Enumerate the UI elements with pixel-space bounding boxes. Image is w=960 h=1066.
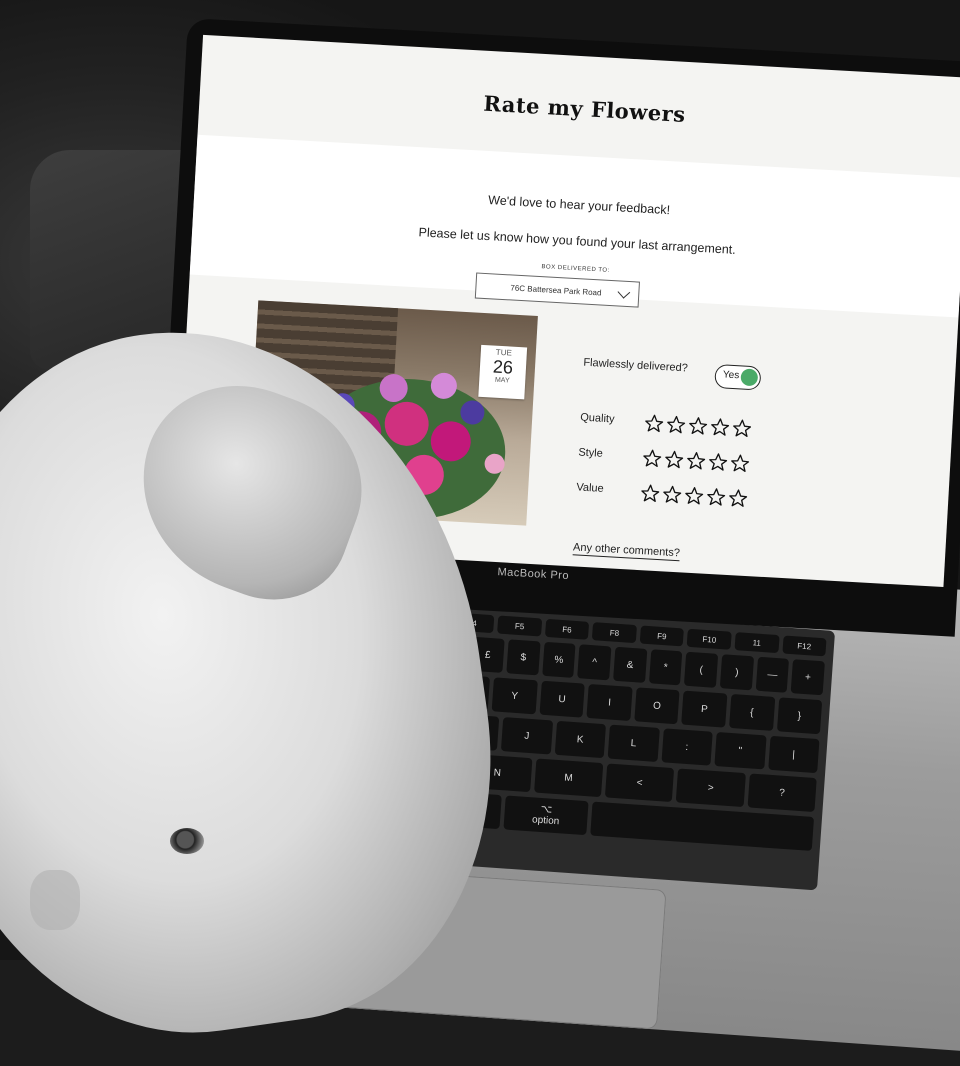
keyboard-key[interactable]: > — [676, 768, 746, 808]
keyboard-key[interactable]: : — [661, 728, 713, 766]
keyboard-key[interactable]: F8 — [592, 622, 637, 644]
keyboard-key[interactable]: & — [613, 646, 648, 683]
keyboard-key[interactable]: J — [500, 717, 553, 755]
keyboard-key[interactable]: < — [604, 763, 675, 803]
date-month: MAY — [494, 376, 510, 385]
keyboard-key[interactable]: I — [586, 684, 633, 721]
keyboard-key[interactable]: O — [634, 687, 680, 725]
keyboard-key[interactable]: 11 — [734, 632, 780, 654]
keyboard-key[interactable]: + — [791, 659, 825, 696]
page-title: Rate my Flowers — [482, 90, 687, 127]
keyboard-key[interactable]: M — [533, 758, 604, 798]
star-icon[interactable] — [644, 413, 665, 434]
toggle-value: Yes — [722, 369, 740, 382]
star-icon[interactable] — [687, 416, 708, 437]
star-icon[interactable] — [706, 487, 727, 508]
flawlessly-delivered-label: Flawlessly delivered? — [583, 356, 689, 375]
keyboard-key[interactable]: F12 — [781, 635, 827, 657]
star-icon[interactable] — [662, 484, 683, 505]
date-day: 26 — [492, 356, 514, 378]
laptop-model-label: MacBook Pro — [497, 566, 570, 583]
comments-link[interactable]: Any other comments? — [572, 541, 681, 562]
dog-eye — [170, 828, 204, 854]
star-rating-style[interactable] — [642, 448, 751, 474]
rating-label-style: Style — [578, 446, 604, 460]
keyboard-key[interactable]: F6 — [544, 618, 590, 640]
keyboard-key[interactable]: " — [714, 732, 767, 770]
star-icon[interactable] — [664, 449, 685, 470]
star-icon[interactable] — [666, 414, 687, 435]
keyboard-key[interactable]: L — [607, 724, 660, 762]
keyboard-key[interactable]: ? — [747, 773, 817, 813]
option-key[interactable]: ⌥ option — [503, 795, 589, 836]
keyboard-key[interactable]: U — [539, 680, 586, 718]
keyboard-key[interactable]: Y — [491, 677, 538, 715]
star-icon[interactable] — [642, 448, 663, 469]
keyboard-key[interactable]: | — [767, 735, 820, 774]
star-icon[interactable] — [686, 451, 707, 472]
rating-label-value: Value — [576, 481, 605, 495]
option-symbol: ⌥ — [540, 803, 553, 816]
delivered-toggle[interactable]: Yes — [714, 363, 762, 391]
star-rating-value[interactable] — [640, 483, 749, 509]
toggle-knob — [740, 368, 759, 387]
chevron-down-icon — [617, 285, 631, 299]
date-card: TUE 26 MAY — [478, 344, 528, 400]
keyboard-key[interactable]: ^ — [577, 644, 612, 681]
keyboard-key[interactable]: K — [554, 720, 607, 759]
star-icon[interactable] — [640, 483, 661, 504]
keyboard-key[interactable]: % — [541, 641, 576, 678]
rating-label-quality: Quality — [579, 411, 615, 426]
keyboard-key[interactable]: * — [648, 649, 683, 686]
keyboard-key[interactable]: ( — [684, 651, 719, 688]
keyboard-key[interactable]: $ — [506, 639, 541, 676]
keyboard-key[interactable]: P — [681, 690, 728, 728]
star-icon[interactable] — [709, 417, 730, 438]
keyboard-key[interactable]: F5 — [497, 615, 542, 637]
star-icon[interactable] — [727, 488, 748, 509]
star-icon[interactable] — [731, 418, 752, 439]
star-rating-quality[interactable] — [644, 413, 753, 439]
address-value: 76C Battersea Park Road — [510, 282, 602, 298]
keyboard-key[interactable]: } — [776, 697, 823, 735]
keyboard-key[interactable]: { — [728, 693, 775, 731]
dog-muzzle — [30, 870, 80, 930]
option-label: option — [531, 814, 560, 828]
keyboard-key[interactable]: F9 — [639, 625, 685, 647]
star-icon[interactable] — [729, 453, 750, 474]
star-icon[interactable] — [684, 485, 705, 506]
keyboard-key[interactable]: ) — [719, 654, 754, 691]
keyboard-key[interactable]: — — [755, 656, 790, 693]
star-icon[interactable] — [707, 452, 728, 473]
keyboard-key[interactable]: F10 — [686, 628, 732, 650]
